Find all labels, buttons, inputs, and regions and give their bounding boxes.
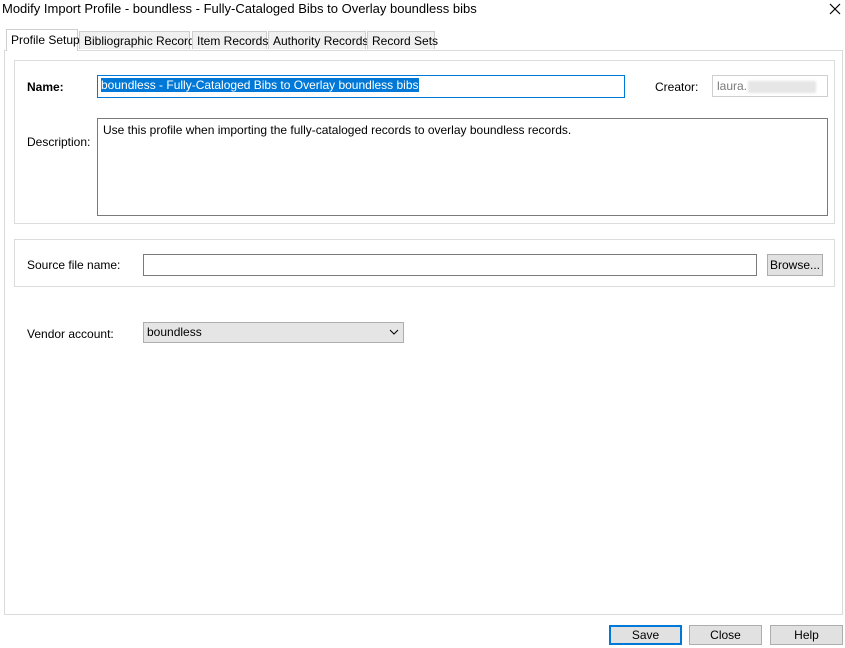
chevron-down-icon [389,329,399,335]
tab-profile-setup[interactable]: Profile Setup [6,29,80,51]
save-button[interactable]: Save [609,625,682,645]
help-button[interactable]: Help [770,625,843,645]
name-value: boundless - Fully-Cataloged Bibs to Over… [101,78,419,92]
description-value: Use this profile when importing the full… [103,123,572,137]
description-label: Description: [27,135,91,149]
creator-field: laura. [712,75,828,97]
source-file-label: Source file name: [27,258,121,272]
browse-button[interactable]: Browse... [767,254,823,276]
tab-item-records[interactable]: Item Records [192,31,268,49]
vendor-account-select[interactable]: boundless [143,322,404,343]
close-icon [829,3,841,15]
creator-value: laura. [717,79,748,93]
window-title: Modify Import Profile - boundless - Full… [2,1,477,16]
description-textarea[interactable]: Use this profile when importing the full… [97,118,828,216]
vendor-account-label: Vendor account: [27,327,114,341]
tab-bibliographic-records[interactable]: Bibliographic Records [79,31,201,49]
window-close-button[interactable] [826,0,844,18]
source-file-input[interactable] [143,254,757,276]
redacted-text [748,80,817,93]
creator-label: Creator: [655,80,699,94]
tab-authority-records[interactable]: Authority Records [268,31,368,49]
vendor-account-value: boundless [147,325,202,339]
close-button[interactable]: Close [689,625,762,645]
name-input[interactable]: boundless - Fully-Cataloged Bibs to Over… [97,75,625,98]
name-label: Name: [27,80,64,94]
tab-record-sets[interactable]: Record Sets [367,31,438,49]
